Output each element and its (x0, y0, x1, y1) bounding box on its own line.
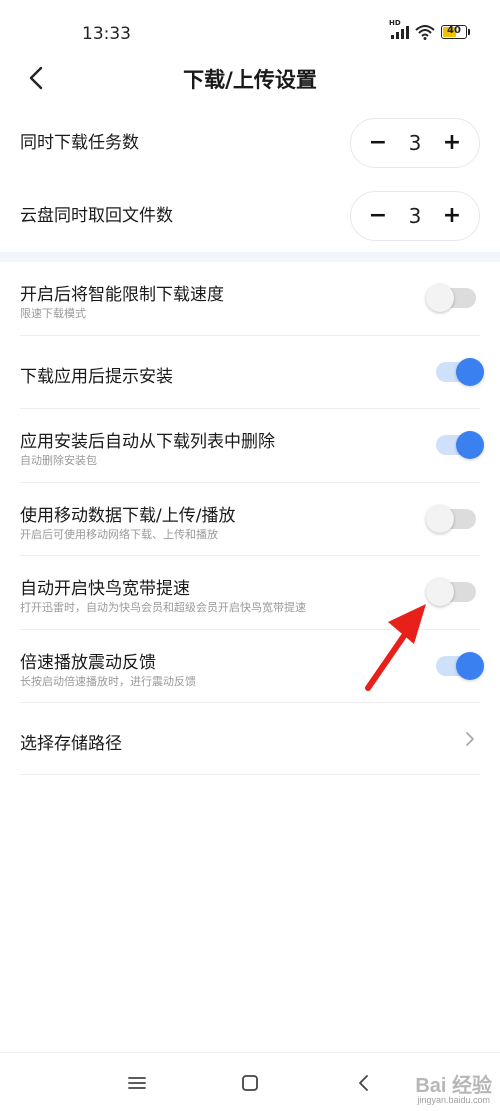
item-title: 开启后将智能限制下载速度 (20, 285, 224, 305)
decrement-button[interactable]: − (367, 132, 389, 154)
signal-icon: HD (389, 19, 409, 39)
storage-path-row[interactable]: 选择存储路径 (20, 703, 480, 775)
item-title: 应用安装后自动从下载列表中删除 (20, 432, 275, 452)
download-tasks-row: 同时下载任务数 − 3 + (0, 108, 500, 178)
back-triangle-icon (359, 1075, 368, 1091)
item-subtitle: 开启后可使用移动网络下载、上传和播放 (20, 527, 218, 541)
watermark-subtext: jingyan.baidu.com (417, 1095, 490, 1105)
list-item-speed-limit: 开启后将智能限制下载速度 限速下载模式 (20, 262, 480, 336)
speed-limit-toggle[interactable] (426, 284, 476, 312)
list-item-mobile-data: 使用移动数据下载/上传/播放 开启后可使用移动网络下载、上传和播放 (20, 483, 480, 556)
back-nav-button[interactable] (348, 1071, 378, 1095)
auto-delete-toggle[interactable] (436, 431, 484, 459)
vibration-feedback-toggle[interactable] (436, 651, 484, 680)
header: 下载/上传设置 (0, 56, 500, 100)
item-subtitle: 自动删除安装包 (20, 454, 97, 467)
stepper-value: 3 (408, 204, 422, 228)
watermark-logo: Bai 经验 jingyan.baidu.com (382, 1063, 492, 1108)
bottom-nav: Bai 经验 jingyan.baidu.com (0, 1052, 500, 1111)
battery-icon: 40 (441, 25, 470, 39)
item-subtitle: 打开迅雷时，自动为快鸟会员和超级会员开启快鸟宽带提速 (20, 601, 306, 614)
cloud-retrieve-label: 云盘同时取回文件数 (20, 206, 173, 226)
section-divider (0, 252, 500, 262)
download-tasks-stepper: − 3 + (350, 118, 480, 168)
home-nav-button[interactable] (235, 1071, 265, 1095)
item-title: 自动开启快鸟宽带提速 (20, 579, 190, 599)
decrement-button[interactable]: − (367, 205, 389, 227)
settings-list: 开启后将智能限制下载速度 限速下载模式 下载应用后提示安装 应用安装后自动从下载… (0, 262, 500, 775)
stepper-value: 3 (408, 131, 422, 155)
list-item-install-prompt: 下载应用后提示安装 (20, 336, 484, 409)
install-prompt-toggle[interactable] (436, 357, 484, 386)
item-subtitle: 长按启动倍速播放时，进行震动反馈 (20, 674, 196, 688)
item-title: 使用移动数据下载/上传/播放 (20, 505, 236, 526)
status-icons: HD 40 (389, 19, 470, 40)
item-title: 倍速播放震动反馈 (20, 652, 156, 673)
increment-button[interactable]: + (441, 132, 463, 154)
page-title: 下载/上传设置 (183, 68, 317, 92)
list-item-auto-delete: 应用安装后自动从下载列表中删除 自动删除安装包 (20, 409, 484, 483)
menu-nav-button[interactable] (122, 1071, 152, 1095)
wifi-icon (415, 25, 435, 40)
status-time: 13:33 (82, 24, 131, 44)
battery-level: 40 (447, 25, 461, 36)
cloud-retrieve-row: 云盘同时取回文件数 − 3 + (0, 181, 500, 251)
watermark-text: Bai 经验 (415, 1075, 492, 1097)
download-tasks-label: 同时下载任务数 (20, 133, 139, 153)
hd-label: HD (389, 19, 401, 27)
increment-button[interactable]: + (441, 205, 463, 227)
item-title: 下载应用后提示安装 (20, 366, 173, 387)
menu-icon (128, 1077, 146, 1089)
home-square-icon (242, 1075, 258, 1091)
status-bar: 13:33 HD 40 (0, 0, 500, 56)
cloud-retrieve-stepper: − 3 + (350, 191, 480, 241)
broadband-boost-toggle[interactable] (426, 578, 476, 606)
mobile-data-toggle[interactable] (426, 504, 476, 533)
annotation-arrow-icon (365, 604, 426, 691)
item-subtitle: 限速下载模式 (20, 307, 86, 320)
chevron-right-icon (466, 732, 474, 746)
storage-path-label: 选择存储路径 (20, 734, 122, 754)
